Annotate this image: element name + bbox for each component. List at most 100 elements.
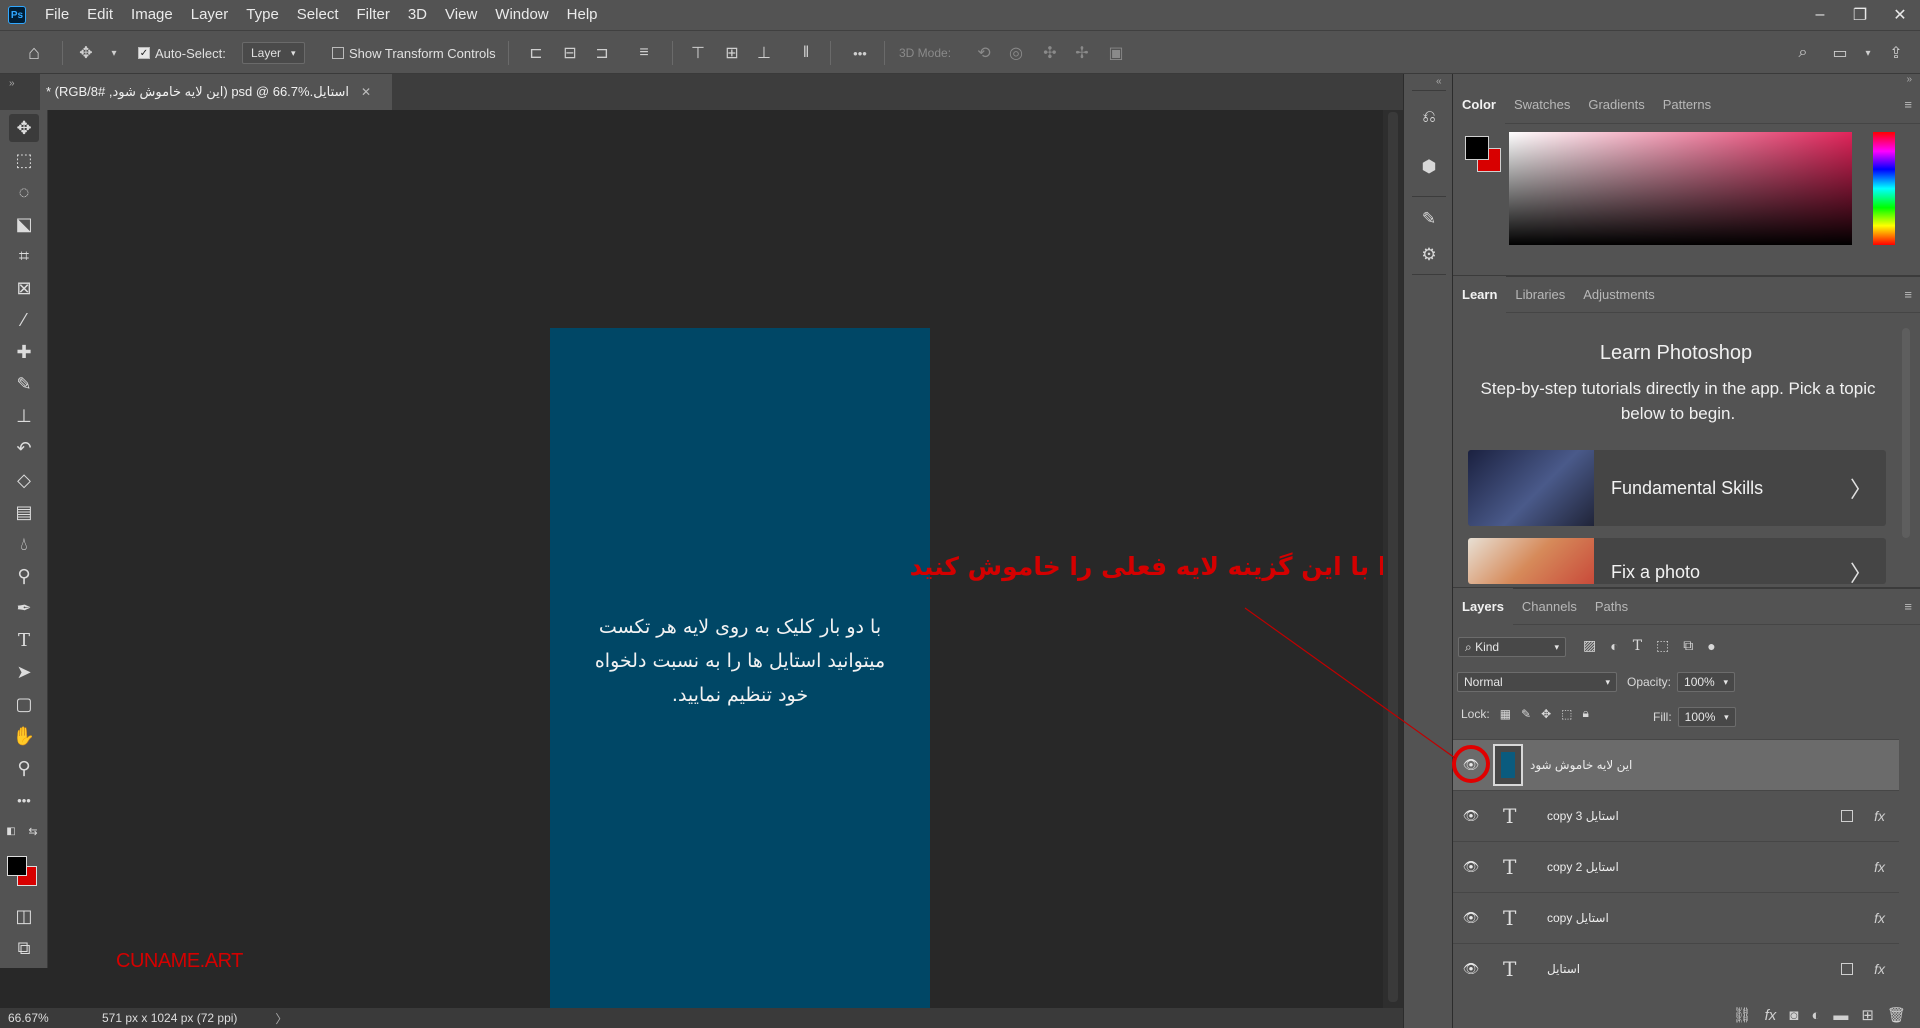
collapse-icon[interactable]: «: [1436, 76, 1442, 87]
drag-3d-icon[interactable]: ✣: [1040, 43, 1060, 63]
brush-settings-icon[interactable]: ✎: [1416, 206, 1442, 232]
brush-tool-icon[interactable]: ✎: [9, 370, 39, 398]
tab-adjustments[interactable]: Adjustments: [1574, 276, 1664, 314]
color-picker-field[interactable]: [1509, 132, 1852, 245]
zoom-level[interactable]: 66.67%: [0, 1011, 80, 1025]
layer-name[interactable]: این لایه خاموش شود: [1530, 758, 1632, 772]
clone-stamp-tool-icon[interactable]: ⊥: [9, 402, 39, 430]
tab-channels[interactable]: Channels: [1513, 588, 1586, 626]
path-select-tool-icon[interactable]: ➤: [9, 658, 39, 686]
menu-select[interactable]: Select: [288, 0, 348, 30]
fx-icon[interactable]: fx: [1874, 859, 1885, 875]
blur-tool-icon[interactable]: 💧︎: [9, 530, 39, 558]
align-right-icon[interactable]: ⊐: [592, 43, 612, 63]
frame-tool-icon[interactable]: ⊠: [9, 274, 39, 302]
close-window-button[interactable]: ✕: [1880, 0, 1920, 30]
align-bottom-icon[interactable]: ⊥: [754, 43, 774, 63]
align-center-icon[interactable]: ⊟: [560, 43, 580, 63]
learn-card-fundamental-skills[interactable]: Fundamental Skills 〉: [1468, 450, 1886, 526]
link-layers-icon[interactable]: ⛓︎: [1733, 1006, 1752, 1024]
show-transform-control[interactable]: Show Transform Controls: [332, 31, 496, 75]
panel-menu-icon[interactable]: ≡: [1904, 97, 1912, 112]
share-icon[interactable]: ⇪: [1886, 43, 1906, 63]
tab-swatches[interactable]: Swatches: [1505, 86, 1579, 124]
align-middle-icon[interactable]: ⊞: [722, 43, 742, 63]
screen-mode-icon[interactable]: ⧉: [9, 934, 39, 962]
hand-tool-icon[interactable]: ✋: [9, 722, 39, 750]
history-brush-tool-icon[interactable]: ↶: [9, 434, 39, 462]
menu-help[interactable]: Help: [558, 0, 607, 30]
tab-learn[interactable]: Learn: [1453, 275, 1507, 314]
new-layer-icon[interactable]: ⊞: [1861, 1006, 1874, 1024]
eyedropper-tool-icon[interactable]: ⁄: [9, 306, 39, 334]
layer-row[interactable]: 👁︎ T استایل copy fx: [1453, 892, 1899, 943]
minimize-button[interactable]: –: [1800, 0, 1840, 30]
color-foreground-swatch[interactable]: [1465, 136, 1489, 160]
dodge-tool-icon[interactable]: ⚲: [9, 562, 39, 590]
menu-3d[interactable]: 3D: [399, 0, 436, 30]
lock-all-icon[interactable]: 🔒︎: [1583, 706, 1589, 721]
document-tab[interactable]: استایل.psd @ 66.7% (این لایه خاموش شود, …: [40, 74, 392, 110]
3d-panel-icon[interactable]: ⬢: [1416, 154, 1442, 180]
learn-card-fix-a-photo[interactable]: Fix a photo 〉: [1468, 538, 1886, 584]
pen-tool-icon[interactable]: ✒: [9, 594, 39, 622]
menu-window[interactable]: Window: [486, 0, 557, 30]
visibility-eye-icon[interactable]: 👁︎: [1461, 808, 1481, 824]
zoom-tool-icon[interactable]: ⚲: [9, 754, 39, 782]
fx-icon[interactable]: fx: [1874, 961, 1885, 977]
tab-gradients[interactable]: Gradients: [1579, 86, 1653, 124]
properties-icon[interactable]: ⚙: [1416, 242, 1442, 268]
shape-tool-icon[interactable]: ▢: [9, 690, 39, 718]
filter-toggle-icon[interactable]: ●: [1707, 638, 1715, 654]
more-options-icon[interactable]: •••: [850, 43, 870, 63]
learn-scrollbar[interactable]: [1899, 312, 1913, 558]
object-select-tool-icon[interactable]: ⬕: [9, 210, 39, 238]
healing-brush-tool-icon[interactable]: ✚: [9, 338, 39, 366]
tab-libraries[interactable]: Libraries: [1506, 276, 1574, 314]
layer-row[interactable]: 👁︎ T استایل fx: [1453, 943, 1899, 994]
chevron-down-icon[interactable]: ▾: [104, 43, 124, 63]
close-icon[interactable]: ✕: [361, 85, 371, 99]
fx-icon[interactable]: fx: [1874, 910, 1885, 926]
visibility-eye-icon[interactable]: 👁︎: [1461, 961, 1481, 977]
collapse-icon[interactable]: »: [1906, 74, 1912, 85]
align-top-icon[interactable]: ⊤: [688, 43, 708, 63]
menu-layer[interactable]: Layer: [182, 0, 238, 30]
orbit-3d-icon[interactable]: ⟲: [974, 43, 994, 63]
tab-layers[interactable]: Layers: [1453, 587, 1513, 626]
edit-toolbar-icon[interactable]: •••: [9, 786, 39, 814]
status-menu-arrow[interactable]: 〉: [275, 1010, 287, 1027]
auto-select-checkbox[interactable]: ✓: [138, 47, 150, 59]
foreground-color-swatch[interactable]: [7, 856, 27, 876]
shape-filter-icon[interactable]: ⬚: [1656, 637, 1669, 654]
lock-transparency-icon[interactable]: ▦: [1500, 707, 1511, 721]
image-filter-icon[interactable]: ▨: [1583, 637, 1596, 654]
canvas-area[interactable]: با دو بار کلیک به روی لایه هر تکست میتوا…: [48, 110, 1429, 1010]
layer-row[interactable]: 👁︎ T استایل copy 2 fx: [1453, 841, 1899, 892]
collapse-icon[interactable]: »: [9, 78, 15, 89]
eraser-tool-icon[interactable]: ◇: [9, 466, 39, 494]
tab-color[interactable]: Color: [1453, 85, 1505, 124]
menu-file[interactable]: File: [36, 0, 78, 30]
layer-row[interactable]: 👁︎ T استایل copy 3 fx: [1453, 790, 1899, 841]
menu-filter[interactable]: Filter: [348, 0, 399, 30]
layer-name[interactable]: استایل copy: [1547, 911, 1609, 925]
lock-position-icon[interactable]: ✥: [1541, 707, 1551, 721]
new-group-icon[interactable]: ▬: [1833, 1007, 1848, 1024]
layer-name[interactable]: استایل copy 2: [1547, 860, 1619, 874]
blend-mode-dropdown[interactable]: Normal ▾: [1457, 672, 1617, 692]
panel-menu-icon[interactable]: ≡: [1904, 599, 1912, 614]
move-tool-icon[interactable]: ✥: [9, 114, 39, 142]
menu-view[interactable]: View: [436, 0, 486, 30]
smart-object-filter-icon[interactable]: ⧉: [1683, 637, 1693, 654]
chevron-down-icon[interactable]: ▾: [1858, 43, 1878, 63]
fx-icon[interactable]: fx: [1874, 808, 1885, 824]
visibility-eye-icon[interactable]: 👁︎: [1461, 859, 1481, 875]
distribute-vertical-icon[interactable]: ‖: [796, 43, 816, 63]
gradient-tool-icon[interactable]: ▤: [9, 498, 39, 526]
menu-edit[interactable]: Edit: [78, 0, 122, 30]
delete-layer-icon[interactable]: 🗑︎: [1887, 1006, 1906, 1024]
tab-patterns[interactable]: Patterns: [1654, 86, 1720, 124]
visibility-eye-icon[interactable]: 👁︎: [1461, 910, 1481, 926]
hue-slider[interactable]: [1873, 132, 1895, 245]
